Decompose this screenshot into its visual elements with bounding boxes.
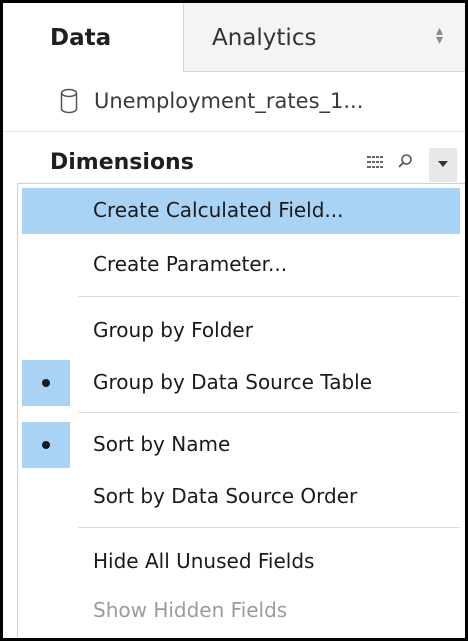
- menu-item-create-calculated-field[interactable]: Create Calculated Field...: [22, 188, 460, 234]
- tab-bar: Data Analytics ▴ ▾: [3, 3, 465, 73]
- tab-data[interactable]: Data: [3, 3, 183, 73]
- menu-item-label: Show Hidden Fields: [93, 598, 288, 622]
- menu-item-label: Hide All Unused Fields: [93, 549, 315, 573]
- data-pane: Data Analytics ▴ ▾ Unemployment_rates_1..…: [0, 0, 468, 641]
- tab-analytics[interactable]: Analytics ▴ ▾: [183, 3, 465, 72]
- menu-item-label: Create Calculated Field...: [93, 198, 344, 222]
- dimensions-header: Dimensions: [3, 133, 465, 183]
- datasource-row[interactable]: Unemployment_rates_1...: [3, 75, 465, 132]
- menu-item-sort-by-name[interactable]: Sort by Name: [22, 422, 460, 468]
- up-down-arrows-icon: ▴ ▾: [436, 23, 444, 48]
- menu-item-label: Sort by Name: [93, 432, 231, 456]
- menu-item-group-by-data-source-table[interactable]: Group by Data Source Table: [22, 360, 460, 406]
- menu-separator: [78, 412, 460, 413]
- checked-indicator: [22, 422, 70, 468]
- menu-item-hide-all-unused-fields[interactable]: Hide All Unused Fields: [22, 539, 460, 585]
- menu-item-sort-by-data-source-order[interactable]: Sort by Data Source Order: [22, 474, 460, 520]
- menu-separator: [78, 527, 460, 528]
- menu-item-group-by-folder[interactable]: Group by Folder: [22, 308, 460, 354]
- tab-analytics-label: Analytics: [212, 25, 317, 51]
- search-icon[interactable]: [397, 153, 413, 169]
- menu-item-label: Create Parameter...: [93, 252, 288, 276]
- list-view-icon[interactable]: [367, 156, 383, 168]
- menu-separator: [78, 296, 460, 297]
- tab-data-label: Data: [50, 25, 112, 51]
- chevron-down-icon: [438, 161, 448, 167]
- menu-item-label: Sort by Data Source Order: [93, 484, 358, 508]
- menu-item-label: Group by Folder: [93, 318, 253, 342]
- bullet-icon: [42, 441, 50, 449]
- menu-item-label: Group by Data Source Table: [93, 370, 373, 394]
- checked-indicator: [22, 360, 70, 406]
- dimensions-context-menu: Create Calculated Field... Create Parame…: [17, 183, 465, 638]
- dimensions-title: Dimensions: [50, 150, 194, 175]
- datasource-name: Unemployment_rates_1...: [94, 89, 364, 113]
- menu-item-create-parameter[interactable]: Create Parameter...: [22, 242, 460, 288]
- menu-item-show-hidden-fields: Show Hidden Fields: [22, 588, 460, 634]
- bullet-icon: [42, 379, 50, 387]
- dimensions-menu-button[interactable]: [429, 148, 457, 182]
- database-icon: [60, 88, 78, 114]
